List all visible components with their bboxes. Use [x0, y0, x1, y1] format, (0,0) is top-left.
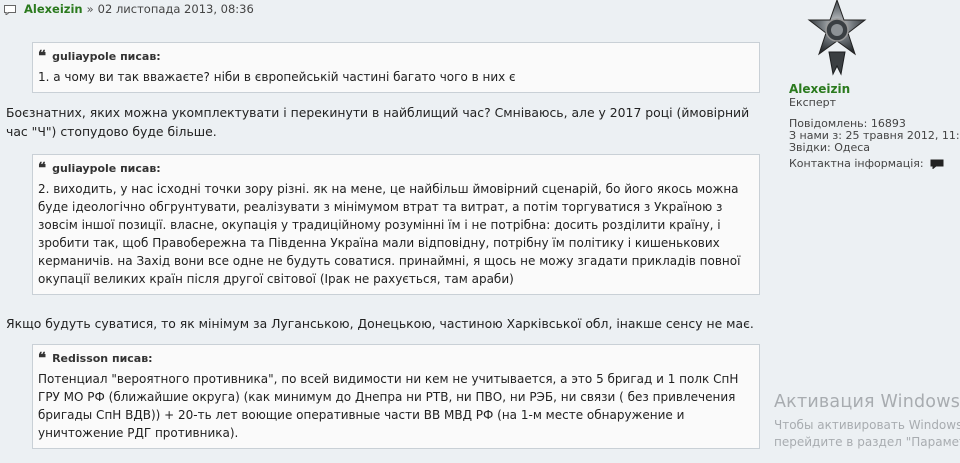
watermark-line: Чтобы активировать Windows [774, 418, 960, 432]
profile-contact: Контактна інформація: [789, 157, 944, 170]
quote-icon: ❝ [38, 159, 47, 177]
post-author-link[interactable]: Alexeizin [24, 2, 83, 16]
avatar-emblem [807, 0, 867, 76]
post-paragraph: Якщо будуть суватися, то як мінімум за Л… [6, 316, 754, 331]
speech-bubble-icon[interactable] [930, 159, 944, 170]
quote-block: ❝ Redisson писав: Потенциал "вероятного … [32, 344, 760, 449]
quote-block: ❝ guliaypole писав: 1. а чому ви так вва… [32, 42, 760, 93]
watermark-line: перейдите в раздел "Парамет [774, 435, 960, 449]
windows-activation-watermark: Активация Windows Чтобы активировать Win… [774, 391, 960, 451]
post-datetime: 02 листопада 2013, 08:36 [97, 2, 254, 16]
post-icon[interactable] [4, 4, 16, 17]
quote-author: guliaypole писав: [52, 162, 161, 175]
quote-cite: ❝ Redisson писав: [38, 351, 753, 366]
quote-author: guliaypole писав: [52, 50, 161, 63]
profile-rank: Експерт [789, 96, 836, 109]
post-header: Alexeizin » 02 листопада 2013, 08:36 [4, 1, 254, 17]
quote-text: 2. виходить, у нас ісходні точки зору рі… [38, 182, 741, 286]
quote-icon: ❝ [38, 349, 47, 367]
avatar[interactable] [807, 0, 867, 78]
contact-label: Контактна інформація: [789, 157, 924, 170]
watermark-title: Активация Windows [774, 392, 960, 412]
header-separator: » [86, 2, 94, 16]
quote-icon: ❝ [38, 47, 47, 65]
quote-text: Потенциал "вероятного противника", по вс… [38, 372, 739, 440]
quote-text: 1. а чому ви так вважаєте? ніби в європе… [38, 70, 516, 84]
profile-location: Звідки: Одеса [789, 141, 871, 154]
quote-author: Redisson писав: [52, 352, 153, 365]
quote-cite: ❝ guliaypole писав: [38, 49, 753, 64]
post-body: Alexeizin » 02 листопада 2013, 08:36 ❝ g… [0, 0, 775, 463]
post-paragraph: Боєзнатних, яких можна укомплектувати і … [6, 105, 750, 139]
profile-username[interactable]: Alexeizin [789, 82, 850, 96]
quote-cite: ❝ guliaypole писав: [38, 161, 753, 176]
quote-block: ❝ guliaypole писав: 2. виходить, у нас і… [32, 154, 760, 295]
